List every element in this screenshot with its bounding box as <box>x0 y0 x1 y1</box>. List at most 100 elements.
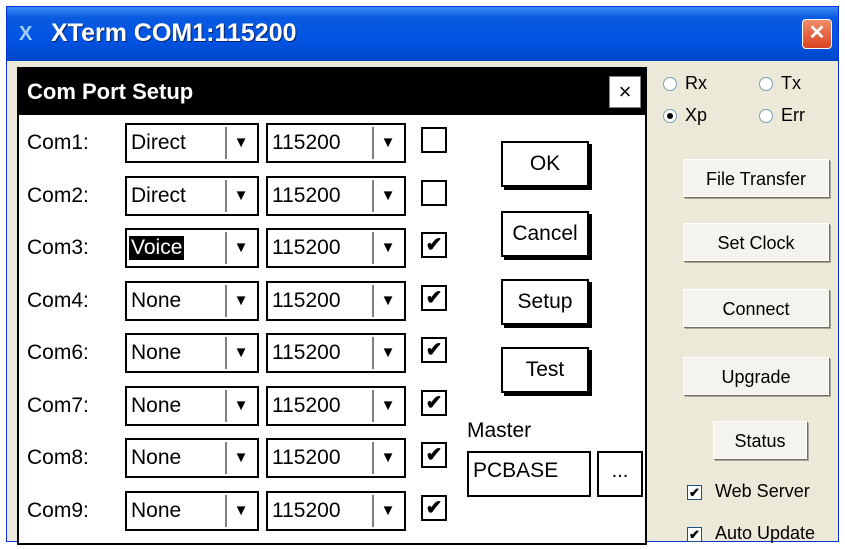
dropdown-arrow-icon[interactable]: ▼ <box>372 180 402 212</box>
check-icon: ✔ <box>425 339 443 361</box>
dropdown-arrow-icon[interactable]: ▼ <box>225 495 255 527</box>
dropdown-arrow-icon[interactable]: ▼ <box>225 442 255 474</box>
port-mode-select[interactable]: Direct ▼ <box>125 176 259 216</box>
dropdown-arrow-icon[interactable]: ▼ <box>225 390 255 422</box>
port-mode-value: None <box>131 394 182 417</box>
port-mode-select[interactable]: None ▼ <box>125 438 259 478</box>
status-button[interactable]: Status <box>713 421 807 459</box>
baud-rate-value: 115200 <box>272 499 341 522</box>
dropdown-arrow-icon[interactable]: ▼ <box>372 390 402 422</box>
port-mode-value: Direct <box>131 131 186 154</box>
check-icon: ✔ <box>425 234 443 256</box>
baud-rate-value: 115200 <box>272 236 341 259</box>
dropdown-arrow-icon[interactable]: ▼ <box>225 285 255 317</box>
radio-label: Rx <box>685 73 707 93</box>
port-enable-checkbox[interactable]: ✔ <box>421 390 447 416</box>
baud-rate-value: 115200 <box>272 184 341 207</box>
dropdown-arrow-icon[interactable]: ▼ <box>225 180 255 212</box>
port-label: Com4: <box>27 289 89 312</box>
check-icon: ✔ <box>425 287 443 309</box>
port-enable-checkbox[interactable] <box>421 127 447 153</box>
radio-button[interactable] <box>663 77 677 91</box>
port-label: Com1: <box>27 131 89 154</box>
port-mode-value: None <box>131 289 182 312</box>
port-enable-checkbox[interactable]: ✔ <box>421 442 447 468</box>
baud-rate-value: 115200 <box>272 131 341 154</box>
baud-rate-select[interactable]: 115200 ▼ <box>266 176 406 216</box>
port-label: Com3: <box>27 236 89 259</box>
radio-button[interactable] <box>663 109 677 123</box>
file-transfer-button[interactable]: File Transfer <box>683 159 829 197</box>
port-enable-checkbox[interactable]: ✔ <box>421 495 447 521</box>
upgrade-button[interactable]: Upgrade <box>683 357 829 395</box>
port-mode-select[interactable]: None ▼ <box>125 491 259 531</box>
baud-rate-select[interactable]: 115200 ▼ <box>266 123 406 163</box>
port-mode-value: None <box>131 446 182 469</box>
port-label: Com8: <box>27 446 89 469</box>
check-icon: ✔ <box>425 444 443 466</box>
radio-button[interactable] <box>759 109 773 123</box>
radio-label: Tx <box>781 73 801 93</box>
x-icon: X <box>19 23 33 45</box>
master-input[interactable]: PCBASE <box>467 451 591 497</box>
checkbox-label: Web Server <box>715 481 810 501</box>
port-enable-checkbox[interactable]: ✔ <box>421 337 447 363</box>
baud-rate-select[interactable]: 115200 ▼ <box>266 491 406 531</box>
master-browse-button[interactable]: ... <box>597 451 643 497</box>
com-port-setup-dialog: Com Port Setup × Com1: Direct ▼ 115200 ▼ Com2… <box>17 67 647 545</box>
baud-rate-select[interactable]: 115200 ▼ <box>266 333 406 373</box>
ok-button[interactable]: OK <box>501 141 589 187</box>
port-enable-checkbox[interactable] <box>421 180 447 206</box>
port-enable-checkbox[interactable]: ✔ <box>421 285 447 311</box>
port-mode-select[interactable]: Voice ▼ <box>125 228 259 268</box>
check-icon[interactable]: ✔ <box>687 485 702 500</box>
window-close-button[interactable]: ✕ <box>802 19 832 49</box>
baud-rate-select[interactable]: 115200 ▼ <box>266 386 406 426</box>
dropdown-arrow-icon[interactable]: ▼ <box>372 127 402 159</box>
port-mode-select[interactable]: None ▼ <box>125 281 259 321</box>
master-label: Master <box>467 419 532 442</box>
port-mode-value: Direct <box>131 184 186 207</box>
dropdown-arrow-icon[interactable]: ▼ <box>225 127 255 159</box>
dropdown-arrow-icon[interactable]: ▼ <box>372 285 402 317</box>
port-mode-select[interactable]: None ▼ <box>125 333 259 373</box>
checkbox-label: Auto Update <box>715 523 816 543</box>
port-mode-value: Voice <box>127 235 186 261</box>
baud-rate-value: 115200 <box>272 289 341 312</box>
baud-rate-select[interactable]: 115200 ▼ <box>266 438 406 478</box>
port-mode-value: None <box>131 499 182 522</box>
port-label: Com7: <box>27 394 89 417</box>
port-label: Com6: <box>27 341 89 364</box>
dropdown-arrow-icon[interactable]: ▼ <box>372 442 402 474</box>
check-icon[interactable]: ✔ <box>687 527 702 542</box>
dropdown-arrow-icon[interactable]: ▼ <box>225 337 255 369</box>
port-label: Com2: <box>27 184 89 207</box>
set-clock-button[interactable]: Set Clock <box>683 223 829 261</box>
dialog-close-button[interactable]: × <box>609 76 641 108</box>
dropdown-arrow-icon[interactable]: ▼ <box>372 337 402 369</box>
close-icon: ✕ <box>808 22 826 44</box>
check-icon: ✔ <box>425 392 443 414</box>
port-label: Com9: <box>27 499 89 522</box>
radio-label: Err <box>781 105 805 125</box>
radio-label: Xp <box>685 105 708 125</box>
port-enable-checkbox[interactable]: ✔ <box>421 232 447 258</box>
baud-rate-value: 115200 <box>272 394 341 417</box>
port-mode-select[interactable]: None ▼ <box>125 386 259 426</box>
dropdown-arrow-icon[interactable]: ▼ <box>372 232 402 264</box>
baud-rate-value: 115200 <box>272 446 341 469</box>
cancel-button[interactable]: Cancel <box>501 211 589 257</box>
baud-rate-select[interactable]: 115200 ▼ <box>266 228 406 268</box>
dropdown-arrow-icon[interactable]: ▼ <box>225 232 255 264</box>
connect-button[interactable]: Connect <box>683 289 829 327</box>
setup-button[interactable]: Setup <box>501 279 589 325</box>
test-button[interactable]: Test <box>501 347 589 393</box>
side-panel: Rx Tx Xp Err File Transfer Set Clock Con… <box>655 67 837 543</box>
baud-rate-select[interactable]: 115200 ▼ <box>266 281 406 321</box>
dialog-title-bar[interactable]: Com Port Setup × <box>19 69 645 115</box>
port-mode-value: None <box>131 341 182 364</box>
radio-button[interactable] <box>759 77 773 91</box>
dropdown-arrow-icon[interactable]: ▼ <box>372 495 402 527</box>
title-bar[interactable]: X XTerm COM1:115200 ✕ <box>7 7 838 61</box>
port-mode-select[interactable]: Direct ▼ <box>125 123 259 163</box>
